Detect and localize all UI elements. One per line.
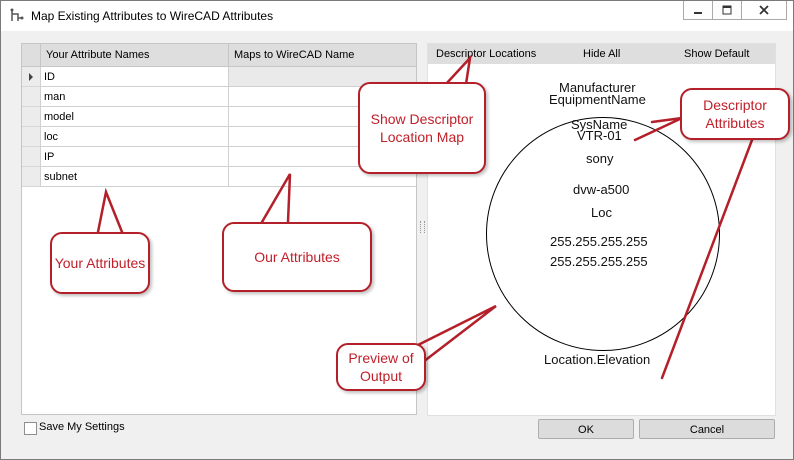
row-indicator <box>22 147 40 167</box>
table-row[interactable]: ID <box>22 67 416 87</box>
dialog-window: Map Existing Attributes to WireCAD Attri… <box>0 0 794 460</box>
panel-splitter[interactable] <box>420 221 425 233</box>
callout-our-attributes: Our Attributes <box>222 222 372 292</box>
window-controls <box>683 1 787 20</box>
sony-label: sony <box>586 151 614 166</box>
attribute-name-cell[interactable]: model <box>40 107 228 127</box>
ok-button[interactable]: OK <box>538 419 634 439</box>
save-settings-label[interactable]: Save My Settings <box>39 421 125 433</box>
app-icon <box>9 8 25 24</box>
grid-header: Your Attribute Names Maps to WireCAD Nam… <box>22 44 416 67</box>
table-row[interactable]: model <box>22 107 416 127</box>
column-maps-to-wirecad[interactable]: Maps to WireCAD Name <box>228 44 416 66</box>
maximize-icon <box>722 5 732 15</box>
subnet-label: 255.255.255.255 <box>550 254 648 269</box>
location-elevation-label: Location.Elevation <box>544 352 651 367</box>
cancel-button[interactable]: Cancel <box>639 419 775 439</box>
attribute-name-cell[interactable]: loc <box>40 127 228 147</box>
vtr-label: VTR-01 <box>577 128 622 143</box>
dialog-footer: Save My Settings OK Cancel <box>7 415 787 453</box>
row-indicator <box>22 107 40 127</box>
attribute-name-cell[interactable]: ID <box>40 67 228 87</box>
equipment-name-label: EquipmentName <box>549 92 646 107</box>
row-indicator <box>22 167 40 187</box>
show-default-button[interactable]: Show Default <box>684 44 749 64</box>
preview-toolbar: Descriptor Locations Hide All Show Defau… <box>428 44 775 64</box>
hide-all-button[interactable]: Hide All <box>583 44 620 64</box>
attribute-name-cell[interactable]: IP <box>40 147 228 167</box>
grid-corner <box>22 44 40 66</box>
callout-preview-output: Preview of Output <box>336 343 426 391</box>
maximize-button[interactable] <box>712 1 742 20</box>
attribute-name-cell[interactable]: subnet <box>40 167 228 187</box>
minimize-icon <box>694 12 702 14</box>
window-title: Map Existing Attributes to WireCAD Attri… <box>31 9 274 23</box>
minimize-button[interactable] <box>683 1 713 20</box>
current-row-icon <box>29 73 33 81</box>
column-your-attribute-names[interactable]: Your Attribute Names <box>40 44 228 66</box>
row-indicator <box>22 127 40 147</box>
close-icon <box>759 5 769 15</box>
callout-your-attributes: Your Attributes <box>50 232 150 294</box>
save-settings-checkbox[interactable] <box>24 422 37 435</box>
callout-show-descriptor-map: Show Descriptor Location Map <box>358 82 486 174</box>
model-label: dvw-a500 <box>573 182 630 197</box>
ip-label: 255.255.255.255 <box>550 234 648 249</box>
table-row[interactable]: subnet <box>22 167 416 187</box>
descriptor-locations-button[interactable]: Descriptor Locations <box>436 44 536 64</box>
row-indicator <box>22 67 40 87</box>
table-row[interactable]: IP <box>22 147 416 167</box>
attribute-name-cell[interactable]: man <box>40 87 228 107</box>
table-row[interactable]: man <box>22 87 416 107</box>
close-button[interactable] <box>741 1 787 20</box>
callout-descriptor-attributes: Descriptor Attributes <box>680 88 790 140</box>
table-row[interactable]: loc <box>22 127 416 147</box>
loc-label: Loc <box>591 205 612 220</box>
row-indicator <box>22 87 40 107</box>
title-bar[interactable]: Map Existing Attributes to WireCAD Attri… <box>1 1 793 31</box>
